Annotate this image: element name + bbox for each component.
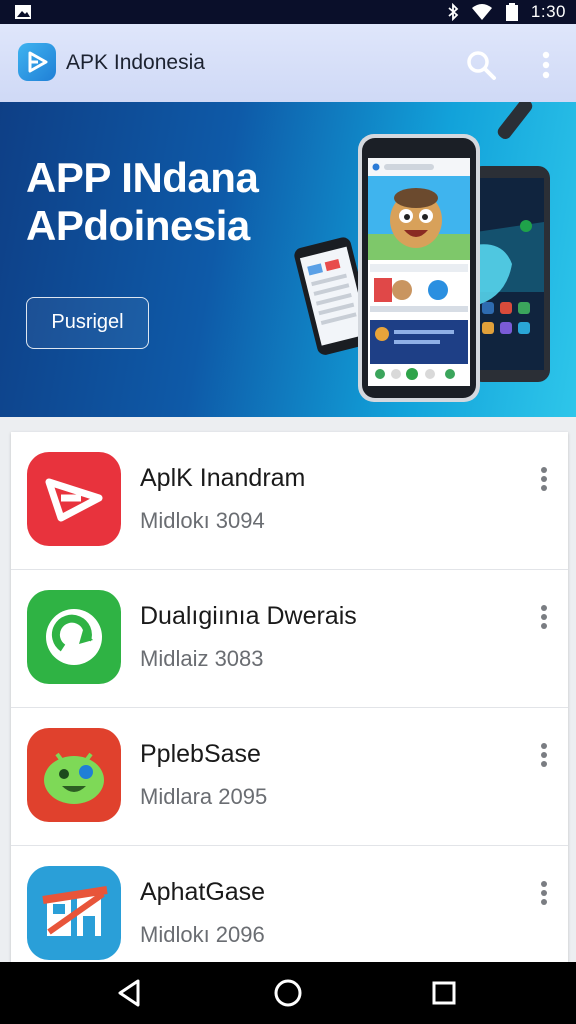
image-icon <box>15 5 31 19</box>
recents-icon <box>432 981 456 1005</box>
navigation-bar <box>0 962 576 1024</box>
red-play-icon <box>27 452 121 546</box>
app-subtitle: Midlaiz 3083 <box>140 646 264 671</box>
search-icon <box>467 51 496 80</box>
app-list: AplK Inandram Midlokı 3094 Dualıgiınıa D… <box>11 432 568 962</box>
more-vert-icon <box>541 605 547 629</box>
item-menu-button[interactable] <box>531 876 557 910</box>
app-name: PplebSase <box>140 740 261 768</box>
item-menu-button[interactable] <box>531 600 557 634</box>
more-vert-icon <box>542 51 550 79</box>
blue-store-icon <box>27 866 121 960</box>
app-name: AphatGase <box>140 878 266 906</box>
android-robot-icon <box>27 728 121 822</box>
banner-title: APP INdana APdoinesia <box>26 154 326 250</box>
item-menu-button[interactable] <box>531 462 557 496</box>
app-subtitle: Midlokı 2096 <box>140 922 265 947</box>
status-bar: 1:30 <box>0 0 576 24</box>
back-icon <box>118 979 140 1007</box>
app-bar: APK Indonesia <box>0 24 576 102</box>
banner-action-button[interactable]: Pusrigel <box>26 297 149 349</box>
list-item[interactable]: PplebSase Midlara 2095 <box>11 708 568 846</box>
search-button[interactable] <box>464 48 498 82</box>
back-button[interactable] <box>112 975 148 1011</box>
clock: 1:30 <box>530 2 566 21</box>
green-refresh-icon <box>27 590 121 684</box>
recents-button[interactable] <box>426 975 462 1011</box>
promo-banner[interactable]: APP INdana APdoinesia Pusrigel <box>0 102 576 417</box>
home-button[interactable] <box>270 975 306 1011</box>
bluetooth-icon <box>448 3 459 21</box>
list-item[interactable]: AphatGase Midlokı 2096 <box>11 846 568 962</box>
battery-icon <box>505 3 518 21</box>
banner-title-line2: APdoinesia <box>26 202 250 249</box>
item-menu-button[interactable] <box>531 738 557 772</box>
banner-title-line1: APP INdana <box>26 154 259 201</box>
more-vert-icon <box>541 467 547 491</box>
overflow-menu-button[interactable] <box>532 48 560 82</box>
list-item[interactable]: AplK Inandram Midlokı 3094 <box>11 432 568 570</box>
more-vert-icon <box>541 881 547 905</box>
app-logo-icon <box>18 43 56 81</box>
app-name: Dualıgiınıa Dwerais <box>140 602 357 630</box>
list-item[interactable]: Dualıgiınıa Dwerais Midlaiz 3083 <box>11 570 568 708</box>
app-subtitle: Midlara 2095 <box>140 784 268 809</box>
app-subtitle: Midlokı 3094 <box>140 508 265 533</box>
more-vert-icon <box>541 743 547 767</box>
wifi-icon <box>471 4 492 20</box>
phones-illustration <box>294 102 550 402</box>
home-icon <box>274 979 302 1007</box>
app-title: APK Indonesia <box>66 51 205 74</box>
app-name: AplK Inandram <box>140 464 306 492</box>
